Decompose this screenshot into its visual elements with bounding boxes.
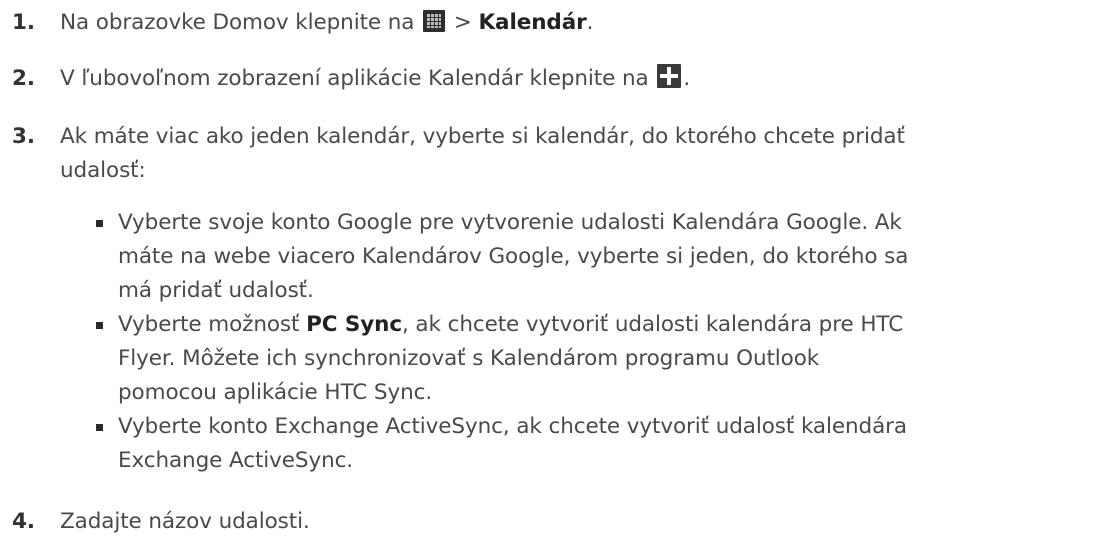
bullet-line: Vyberte možnosť PC Sync, ak chcete vytvo… xyxy=(118,308,903,342)
step-text-line-1: Ak máte viac ako jeden kalendár, vyberte… xyxy=(60,124,905,149)
add-plus-icon xyxy=(657,64,682,99)
apps-grid-icon xyxy=(423,9,446,43)
bullet-line: pomocou aplikácie HTC Sync. xyxy=(118,380,433,405)
bullet-text-before: Vyberte možnosť xyxy=(118,312,307,337)
bullet-line: Exchange ActiveSync. xyxy=(118,448,354,473)
kalendar-link: Kalendár xyxy=(478,10,587,35)
step-number: 1. xyxy=(12,10,35,35)
step-text: Na obrazovke Domov klepnite na > Kalendá… xyxy=(60,6,593,43)
step-text-after: . xyxy=(683,66,691,91)
bullet-line: má pridať udalosť. xyxy=(118,278,314,303)
step-number: 4. xyxy=(12,509,35,534)
step-text-before: V ľubovoľnom zobrazení aplikácie Kalendá… xyxy=(60,66,656,91)
bullet-text-after: , ak chcete vytvoriť udalosti kalendára … xyxy=(401,312,904,337)
step-number: 2. xyxy=(12,66,35,91)
step-text-before: Na obrazovke Domov klepnite na xyxy=(60,10,422,35)
step-text-middle: > xyxy=(447,10,479,35)
step-text-line-2: udalosť: xyxy=(60,158,146,183)
step-text: V ľubovoľnom zobrazení aplikácie Kalendá… xyxy=(60,62,690,99)
bullet-line: Flyer. Môžete ich synchronizovať s Kalen… xyxy=(118,346,820,371)
step-number: 3. xyxy=(12,124,35,149)
bullet-line: máte na webe viacero Kalendárov Google, … xyxy=(118,244,909,269)
bullet-line: Vyberte konto Exchange ActiveSync, ak ch… xyxy=(118,414,907,439)
bullet-marker xyxy=(96,322,103,329)
step-text-after: . xyxy=(586,10,594,35)
instruction-document: 1. Na obrazovke Domov klepnite na > Kale… xyxy=(0,0,1095,559)
pc-sync-label: PC Sync xyxy=(306,312,402,337)
bullet-line: Vyberte svoje konto Google pre vytvoreni… xyxy=(118,210,902,235)
bullet-marker xyxy=(96,220,103,227)
step-text: Zadajte názov udalosti. xyxy=(60,509,310,534)
bullet-marker xyxy=(96,424,103,431)
